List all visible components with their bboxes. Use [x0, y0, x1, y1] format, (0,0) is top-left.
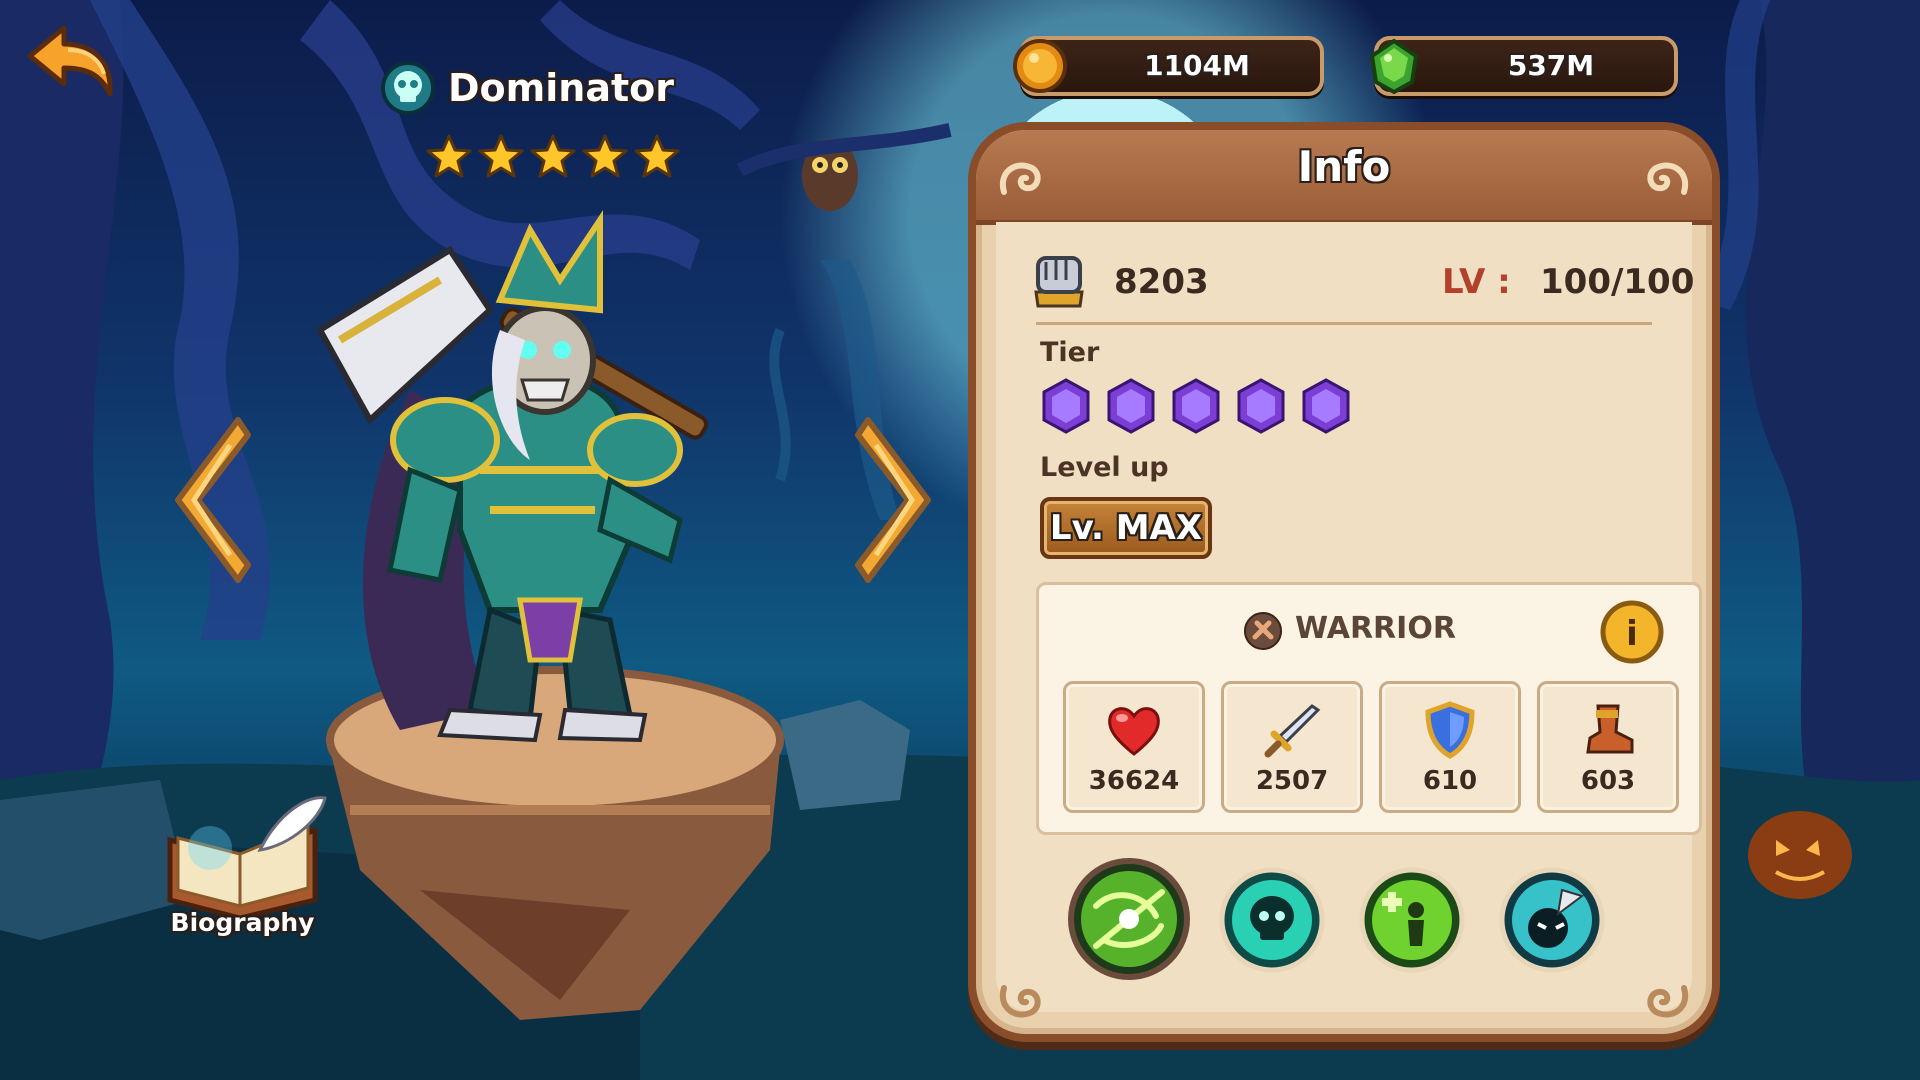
level-up-label: Level up [1040, 452, 1169, 483]
info-panel: Info 8203 LV : 100/100 Tier Level up Lv.… [968, 122, 1720, 1042]
skill-4-button[interactable] [1498, 866, 1606, 974]
heal-skill-icon [1359, 867, 1465, 973]
gold-counter: 1104M [1013, 36, 1324, 96]
back-arrow-icon [27, 25, 113, 97]
next-hero-button[interactable] [848, 410, 938, 590]
class-info-button[interactable]: i [1599, 599, 1665, 665]
info-icon: i [1600, 600, 1664, 664]
divider [1036, 322, 1652, 325]
back-button[interactable] [22, 22, 117, 104]
star-icon [582, 134, 628, 178]
gem-counter: 537M [1369, 36, 1678, 96]
hero-header: Dominator [380, 60, 674, 116]
swirl-ornament-icon [1647, 985, 1689, 1018]
stat-armor: 610 [1379, 681, 1521, 813]
tier-gem-icon [1042, 378, 1090, 434]
tier-gem-icon [1107, 378, 1155, 434]
stat-health: 36624 [1063, 681, 1205, 813]
warrior-class-icon [1244, 612, 1282, 650]
biography-label: Biography [170, 908, 315, 937]
vortex-skill-icon [1068, 858, 1190, 980]
skull-skill-icon [1219, 867, 1325, 973]
fist-power-icon [1034, 256, 1084, 308]
power-row: 8203 LV : 100/100 [1030, 252, 1694, 312]
previous-hero-button[interactable] [168, 410, 258, 590]
power-value: 8203 [1114, 262, 1209, 302]
skill-2-button[interactable] [1218, 866, 1326, 974]
star-icon [478, 134, 524, 178]
tier-gem-icon [1237, 378, 1285, 434]
info-title: Info [1297, 142, 1391, 191]
sword-icon [1264, 704, 1321, 758]
info-panel-header: Info [976, 130, 1712, 225]
level-max-button[interactable]: Lv. MAX [1040, 497, 1212, 559]
hero-portrait [315, 210, 784, 1020]
skull-icon [381, 61, 435, 115]
boot-icon [1586, 704, 1634, 754]
info-button-label: i [1626, 614, 1638, 654]
star-icon [530, 134, 576, 178]
tier-gem-icon [1302, 378, 1350, 434]
skill-3-button[interactable] [1358, 866, 1466, 974]
class-name: WARRIOR [1295, 611, 1456, 646]
class-stats-box: WARRIOR i 36624 2507 610 603 [1036, 582, 1702, 835]
tier-gem-icon [1172, 378, 1220, 434]
green-gem-icon [1369, 38, 1419, 95]
skill-1-button[interactable] [1066, 856, 1192, 982]
star-icon [634, 134, 680, 178]
stat-attack: 2507 [1221, 681, 1363, 813]
shield-icon [1425, 701, 1475, 759]
stat-speed: 603 [1537, 681, 1679, 813]
swirl-ornament-icon [999, 985, 1041, 1018]
gold-coin-icon [1013, 39, 1067, 93]
chevron-right-icon [855, 417, 931, 583]
chevron-left-icon [175, 417, 251, 583]
tier-label: Tier [1040, 337, 1100, 368]
strike-skill-icon [1499, 867, 1605, 973]
hero-star-rating [426, 133, 680, 179]
biography-button[interactable]: Biography [150, 790, 335, 940]
tier-gems [1040, 377, 1352, 435]
gem-amount: 537M [1507, 49, 1595, 82]
info-panel-body: 8203 LV : 100/100 Tier Level up Lv. MAX … [996, 222, 1702, 1012]
level-value: 100/100 [1540, 262, 1695, 302]
star-icon [426, 134, 472, 178]
speed-value: 603 [1580, 766, 1636, 796]
health-value: 36624 [1088, 766, 1180, 796]
heart-icon [1108, 707, 1160, 756]
gold-amount: 1104M [1144, 49, 1250, 82]
hero-name: Dominator [448, 66, 674, 110]
book-icon [167, 796, 327, 921]
armor-value: 610 [1422, 766, 1478, 796]
attack-value: 2507 [1255, 766, 1329, 796]
level-label: LV : [1442, 262, 1511, 302]
